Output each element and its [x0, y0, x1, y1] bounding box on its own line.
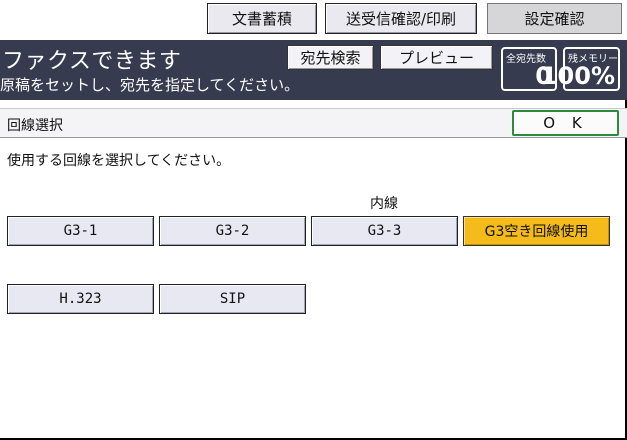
line-g3-2-button[interactable]: G3-2: [159, 216, 306, 246]
instruction-text: 使用する回線を選択してください。: [7, 153, 231, 169]
tab-transmission-status[interactable]: 送受信確認/印刷: [325, 3, 477, 34]
section-bar: 回線選択 O K: [0, 108, 627, 138]
page-title: ファクスできます: [2, 49, 182, 74]
line-g3-3-button[interactable]: G3-3: [311, 216, 458, 246]
remaining-memory-counter: 残メモリー 100%: [541, 47, 620, 91]
tab-document-storage[interactable]: 文書蓄積: [207, 3, 317, 34]
line-g3-any-button[interactable]: G3空き回線使用: [463, 216, 610, 246]
preview-button[interactable]: プレビュー: [380, 45, 493, 70]
remaining-memory-value: 100%: [540, 62, 615, 90]
page-subtitle: 原稿をセットし、宛先を指定してください。: [0, 76, 300, 94]
top-tab-row: 文書蓄積 送受信確認/印刷 設定確認: [0, 0, 627, 40]
status-header: ファクスできます 原稿をセットし、宛先を指定してください。 宛先検索 プレビュー…: [0, 40, 627, 100]
line-h323-button[interactable]: H.323: [7, 284, 154, 314]
line-sip-button[interactable]: SIP: [159, 284, 306, 314]
tab-settings-check[interactable]: 設定確認: [487, 3, 622, 34]
fax-screen: 文書蓄積 送受信確認/印刷 設定確認 ファクスできます 原稿をセットし、宛先を指…: [0, 0, 627, 440]
ok-button[interactable]: O K: [512, 110, 619, 136]
destination-search-button[interactable]: 宛先検索: [287, 45, 374, 70]
section-title: 回線選択: [7, 118, 63, 134]
internal-line-group-label: 内線: [370, 196, 398, 212]
line-g3-1-button[interactable]: G3-1: [7, 216, 154, 246]
